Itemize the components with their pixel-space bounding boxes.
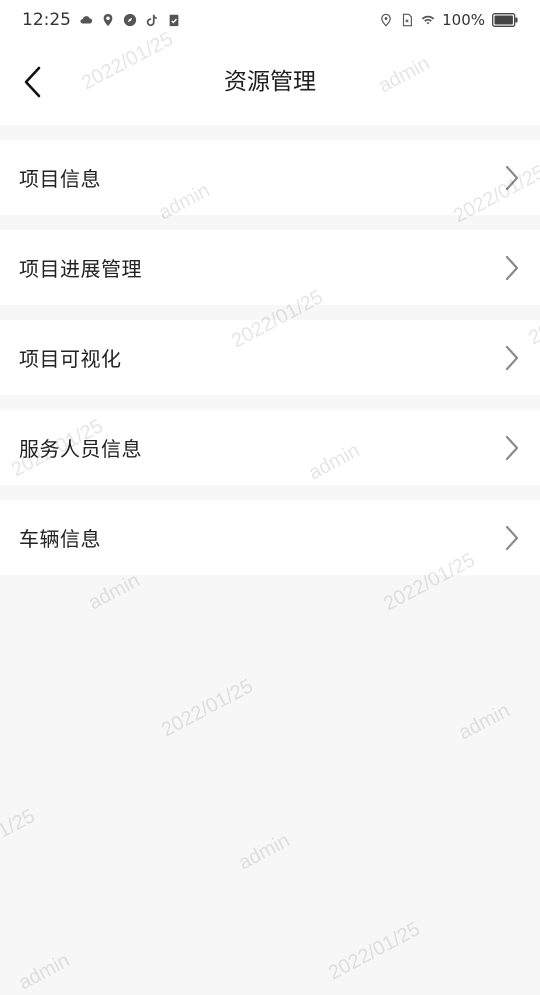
back-button[interactable] [18,64,48,100]
watermark-text: 2022/01/25 [325,918,424,985]
status-time: 12:25 [22,10,71,30]
cloud-icon [80,16,93,24]
status-right: 100% [379,11,518,29]
status-bar: 12:25 100% [0,0,540,40]
compass-icon [123,13,137,27]
menu-item-label: 服务人员信息 [19,437,142,461]
menu-item-label: 项目进展管理 [19,257,142,281]
watermark-text: admin [15,949,74,995]
chevron-right-icon [505,435,519,460]
wifi-icon [421,15,435,25]
chevron-right-icon [505,525,519,550]
status-left: 12:25 [22,10,181,30]
menu-item-label: 车辆信息 [19,527,101,551]
resource-menu-list: 项目信息 项目进展管理 项目可视化 服务人员信息 车辆信息 [0,125,540,575]
watermark-text: admin [455,699,514,745]
menu-item-project-visualization[interactable]: 项目可视化 [0,320,540,395]
menu-item-service-staff[interactable]: 服务人员信息 [0,410,540,485]
location-pin-icon [103,13,113,27]
tiktok-icon [146,14,157,27]
sim-icon [403,13,413,27]
menu-item-label: 项目信息 [19,167,101,191]
menu-item-project-info[interactable]: 项目信息 [0,140,540,215]
menu-item-project-progress[interactable]: 项目进展管理 [0,230,540,305]
clipboard-check-icon [169,14,179,27]
chevron-right-icon [505,345,519,370]
menu-item-vehicle-info[interactable]: 车辆信息 [0,500,540,575]
watermark-text: admin [85,569,144,615]
watermark-text: admin [235,829,294,875]
battery-percent: 100% [442,11,485,29]
header-bar: 资源管理 [0,40,540,125]
battery-icon [492,13,518,27]
chevron-right-icon [505,165,519,190]
menu-item-label: 项目可视化 [19,347,122,371]
chevron-left-icon [24,66,41,98]
watermark-text: 2022/01/25 [158,675,257,742]
chevron-right-icon [505,255,519,280]
watermark-text: 2022/01/25 [0,805,39,872]
location-icon [381,13,391,27]
page-title: 资源管理 [224,69,316,95]
